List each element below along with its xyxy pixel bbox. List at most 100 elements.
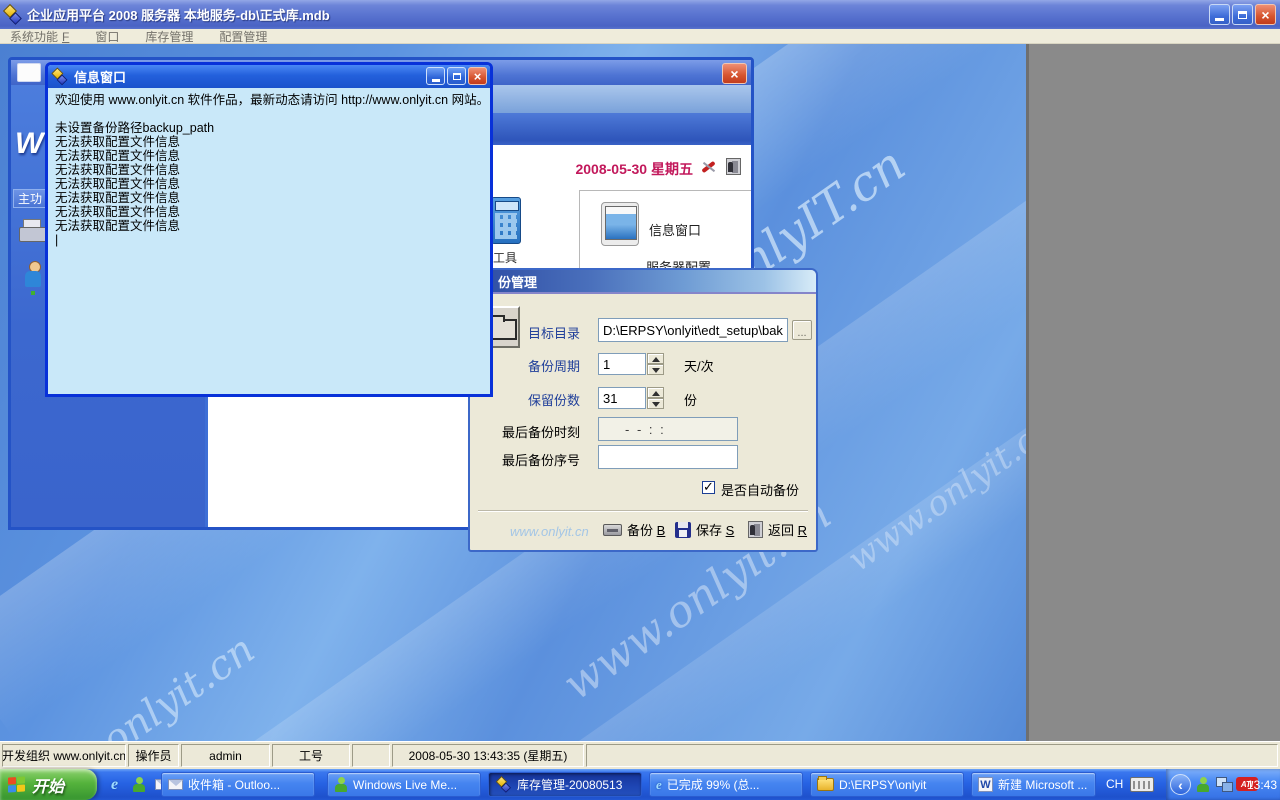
start-button[interactable]: 开始 (0, 769, 97, 800)
menu-window[interactable]: 窗口 (95, 28, 119, 45)
taskbar-item-folder[interactable]: D:\ERPSY\onlyit (810, 772, 964, 797)
status-bar: 开发组织 www.onlyit.cn 操作员 admin 工号 2008-05-… (0, 741, 1280, 769)
target-dir-label: 目标目录 (508, 323, 580, 342)
menu-config[interactable]: 配置管理 (219, 28, 267, 45)
onlyit-link[interactable]: www.onlyit.cn (510, 524, 589, 539)
taskbar-item-inventory[interactable]: 库存管理-20080513 (488, 772, 642, 797)
cycle-label: 备份周期 (508, 356, 580, 375)
outlook-inbox-icon (168, 779, 183, 790)
last-time-field: - - : : (598, 417, 738, 441)
return-button[interactable]: 返回 R (748, 520, 807, 539)
info-window-item-label[interactable]: 信息窗口 (649, 220, 701, 239)
status-empty-panel (352, 744, 390, 767)
sidebar-logo: W (15, 127, 43, 161)
windows-flag-icon (8, 776, 26, 793)
keep-unit: 份 (684, 390, 697, 409)
tray-chevron-icon[interactable]: ‹ (1170, 774, 1191, 795)
cycle-spinner[interactable] (647, 353, 664, 375)
exit-icon[interactable] (726, 158, 741, 175)
info-window-icon[interactable] (601, 202, 639, 246)
taskbar-item-inbox[interactable]: 收件箱 - Outloo... (161, 772, 315, 797)
keep-input[interactable]: 31 (598, 387, 646, 409)
main-window-titlebar: 企业应用平台 2008 服务器 本地服务-db\正式库.mdb × (0, 0, 1280, 29)
current-date: 2008-05-30 星期五 (575, 159, 693, 179)
message-line: 无法获取配置文件信息 (55, 163, 483, 177)
app-logo-icon (4, 6, 21, 23)
message-line: 无法获取配置文件信息 (55, 205, 483, 219)
info-window: 信息窗口 × 欢迎使用 www.onlyit.cn 软件作品，最新动态请访问 h… (45, 62, 493, 397)
message-line: 无法获取配置文件信息 (55, 191, 483, 205)
message-line: 无法获取配置文件信息 (55, 219, 483, 233)
system-tray: ‹ ATI 13:43 (1166, 769, 1280, 800)
menu-system[interactable]: 系统功能F (10, 28, 69, 45)
cycle-unit: 天/次 (684, 356, 714, 375)
mdi-client-gray-area (1026, 44, 1280, 741)
info-maximize-button[interactable] (447, 67, 466, 85)
tool-item-label[interactable]: 工具 (493, 249, 517, 266)
menu-bar: 系统功能F 窗口 库存管理 配置管理 (0, 29, 1280, 44)
language-indicator[interactable]: CH (1106, 777, 1123, 791)
auto-backup-label: 是否自动备份 (721, 480, 799, 499)
cycle-input[interactable]: 1 (598, 353, 646, 375)
main-window-title: 企业应用平台 2008 服务器 本地服务-db\正式库.mdb (27, 5, 330, 24)
minimize-button[interactable] (1209, 4, 1230, 25)
status-operator-value: admin (181, 744, 270, 767)
return-exit-icon (748, 521, 763, 538)
info-window-title: 信息窗口 (74, 67, 126, 86)
message-line: 欢迎使用 www.onlyit.cn 软件作品，最新动态请访问 http://w… (55, 93, 483, 107)
status-empty-panel (586, 744, 1278, 767)
message-line: 无法获取配置文件信息 (55, 149, 483, 163)
info-message-area[interactable]: 欢迎使用 www.onlyit.cn 软件作品，最新动态请访问 http://w… (48, 88, 490, 394)
last-time-label: 最后备份时刻 (494, 422, 580, 441)
auto-backup-checkbox[interactable] (702, 481, 715, 494)
quicklaunch-ie-icon[interactable]: e (106, 776, 123, 793)
backup-button[interactable]: 备份 B (603, 520, 665, 539)
keep-spinner[interactable] (647, 387, 664, 409)
status-datetime: 2008-05-30 13:43:35 (星期五) (392, 744, 584, 767)
backup-dialog-titlebar: 份管理 (470, 270, 816, 294)
navigator-close-button[interactable]: × (722, 63, 747, 84)
message-line (55, 107, 483, 121)
taskbar-item-messenger[interactable]: Windows Live Me... (327, 772, 481, 797)
word-icon: W (978, 777, 993, 792)
ie-icon: e (656, 777, 662, 793)
tray-clock[interactable]: 13:43 (1247, 778, 1277, 792)
status-worker-label: 工号 (272, 744, 350, 767)
browse-button[interactable]: ... (792, 320, 812, 340)
status-operator-label: 操作员 (128, 744, 179, 767)
dialog-separator (478, 510, 808, 512)
calculator-icon[interactable] (491, 197, 521, 244)
save-floppy-icon (675, 522, 691, 538)
save-button[interactable]: 保存 S (675, 520, 734, 539)
message-line: 无法获取配置文件信息 (55, 135, 483, 149)
user-icon[interactable] (23, 261, 45, 297)
tray-messenger-icon[interactable] (1196, 777, 1210, 792)
info-close-button[interactable]: × (468, 67, 487, 85)
restore-button[interactable] (1232, 4, 1253, 25)
taskbar-item-word[interactable]: W 新建 Microsoft ... (971, 772, 1096, 797)
backup-disk-icon (603, 524, 622, 536)
app-logo-icon (52, 69, 66, 83)
backup-dialog: 份管理 目标目录 D:\ERPSY\onlyit\edt_setup\bak .… (468, 268, 818, 552)
status-org: 开发组织 www.onlyit.cn (2, 744, 126, 767)
last-seq-field[interactable] (598, 445, 738, 469)
grid-divider (579, 190, 751, 191)
keyboard-icon[interactable] (1130, 777, 1154, 792)
message-line: 未设置备份路径backup_path (55, 121, 483, 135)
folder-icon (817, 778, 834, 791)
info-window-titlebar: 信息窗口 × (48, 65, 490, 88)
menu-inventory[interactable]: 库存管理 (145, 28, 193, 45)
navigator-titlebar-icon (17, 63, 41, 82)
info-minimize-button[interactable] (426, 67, 445, 85)
tools-icon[interactable] (699, 158, 717, 176)
keep-label: 保留份数 (508, 390, 580, 409)
last-seq-label: 最后备份序号 (494, 450, 580, 469)
screen: 企业应用平台 2008 服务器 本地服务-db\正式库.mdb × 系统功能F … (0, 0, 1280, 800)
close-button[interactable]: × (1255, 4, 1276, 25)
printer-icon[interactable] (19, 219, 45, 243)
quicklaunch-messenger-icon[interactable] (130, 776, 147, 793)
text-cursor: | (55, 233, 483, 247)
target-dir-input[interactable]: D:\ERPSY\onlyit\edt_setup\bak (598, 318, 788, 342)
taskbar-item-download[interactable]: e 已完成 99% (总... (649, 772, 803, 797)
tray-network-icon[interactable] (1216, 777, 1232, 791)
